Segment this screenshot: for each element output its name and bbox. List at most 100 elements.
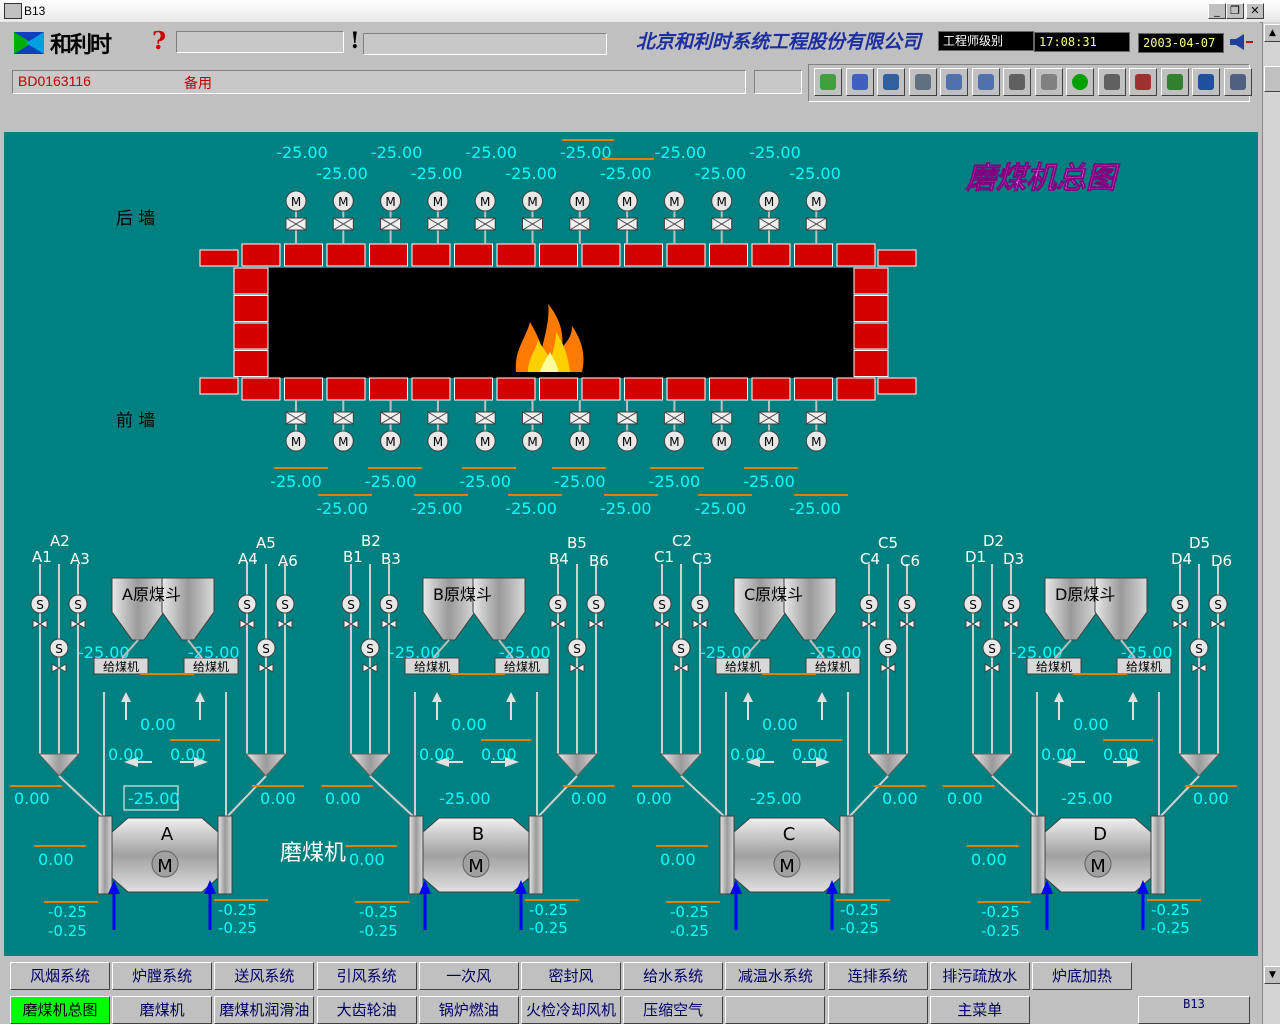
user-level[interactable]: 工程师级别 [938, 31, 1034, 51]
globe-check-icon[interactable] [814, 68, 842, 96]
nav-button[interactable]: 炉膛系统 [112, 962, 213, 990]
scroll-down-icon[interactable]: ▼ [1264, 966, 1280, 984]
burner-damper-top-icon[interactable] [474, 217, 496, 231]
burner-damper-top-icon[interactable] [758, 217, 780, 231]
burner-damper-top-icon[interactable] [616, 217, 638, 231]
burner-motor-bottom[interactable]: M [285, 430, 307, 452]
burner-motor-top[interactable]: M [663, 190, 685, 212]
nav-button-empty[interactable] [827, 996, 928, 1024]
nav-button[interactable]: 火检冷却风机 [521, 996, 621, 1024]
nav-button[interactable]: 磨煤机 [112, 996, 213, 1024]
burner-damper-top-icon[interactable] [522, 217, 543, 231]
burner-damper-bottom-icon[interactable] [474, 411, 496, 425]
burner-motor-bottom[interactable]: M [474, 430, 496, 452]
mill-body-B[interactable]: BM [422, 817, 530, 893]
nav-button-empty[interactable] [725, 996, 826, 1024]
nav-button[interactable]: 引风系统 [316, 962, 417, 990]
burner-damper-bottom-icon[interactable] [805, 411, 827, 425]
nav-button[interactable]: 主菜单 [929, 996, 1030, 1024]
burner-motor-bottom[interactable]: M [522, 430, 543, 452]
nav-button[interactable]: 给水系统 [623, 962, 724, 990]
burner-motor-top[interactable]: M [711, 190, 733, 212]
burner-damper-bottom-icon[interactable] [711, 411, 733, 425]
burner-motor-top[interactable]: M [380, 190, 402, 212]
burner-damper-bottom-icon[interactable] [569, 411, 591, 425]
mill-body-A[interactable]: AM [111, 817, 219, 893]
alarm-list-icon[interactable] [1097, 68, 1126, 96]
nav-button[interactable]: 磨煤机润滑油 [214, 996, 315, 1024]
nav-button[interactable]: 送风系统 [214, 962, 315, 990]
burner-motor-top[interactable]: M [569, 190, 591, 212]
alert-icon[interactable]: ! [350, 28, 360, 54]
burner-damper-bottom-icon[interactable] [332, 411, 354, 425]
scroll-up-icon[interactable]: ▲ [1264, 24, 1280, 42]
nav-button[interactable]: 风烟系统 [10, 962, 110, 990]
status-id: BD0163116 [18, 73, 91, 89]
burner-motor-top[interactable]: M [332, 190, 354, 212]
burner-motor-bottom[interactable]: M [711, 430, 733, 452]
burner-motor-top[interactable]: M [758, 190, 780, 212]
burner-damper-top-icon[interactable] [805, 217, 827, 231]
burner-damper-top-icon[interactable] [569, 217, 591, 231]
nav-button[interactable]: 压缩空气 [623, 996, 724, 1024]
burner-damper-bottom-icon[interactable] [663, 411, 685, 425]
alarm-ack-icon[interactable] [1160, 68, 1189, 96]
burner-damper-top-icon[interactable] [332, 217, 354, 231]
burner-damper-top-icon[interactable] [427, 217, 449, 231]
burner-damper-bottom-icon[interactable] [427, 411, 449, 425]
furnace-brick [233, 322, 269, 350]
help-icon[interactable]: ? [152, 26, 166, 55]
burner-motor-top[interactable]: M [616, 190, 638, 212]
copy-icon[interactable] [1003, 68, 1031, 96]
nav-button[interactable]: 炉底加热 [1032, 962, 1132, 990]
alarm-clear-icon[interactable] [1129, 68, 1157, 96]
nav-button[interactable]: 一次风 [418, 962, 519, 990]
burner-motor-bottom[interactable]: M [380, 430, 402, 452]
burner-damper-bottom-icon[interactable] [758, 411, 780, 425]
burner-motor-bottom[interactable]: M [758, 430, 780, 452]
nav-button[interactable]: 排污疏放水 [929, 962, 1030, 990]
vertical-scrollbar[interactable]: ▲ ▼ [1262, 22, 1280, 1024]
burner-motor-top[interactable]: M [522, 190, 543, 212]
minimize-button[interactable]: _ [1208, 3, 1226, 19]
report-icon[interactable] [1223, 68, 1252, 96]
burner-damper-top-icon[interactable] [711, 217, 733, 231]
close-button[interactable]: ✕ [1246, 3, 1264, 19]
nav-button[interactable]: 减温水系统 [725, 962, 826, 990]
nav-button[interactable]: 锅炉燃油 [418, 996, 519, 1024]
burner-motor-bottom[interactable]: M [332, 430, 354, 452]
burner-damper-bottom-icon[interactable] [616, 411, 638, 425]
burner-motor-bottom[interactable]: M [569, 430, 591, 452]
nav-button[interactable]: 密封风 [521, 962, 621, 990]
burner-damper-top-icon[interactable] [380, 217, 402, 231]
page-prev-icon[interactable] [940, 68, 968, 96]
bus-icon[interactable] [877, 68, 905, 96]
burner-motor-bottom[interactable]: M [663, 430, 685, 452]
mill-body-D[interactable]: DM [1044, 817, 1152, 893]
nav-button[interactable]: 磨煤机总图 [10, 996, 110, 1024]
nav-button[interactable]: 连排系统 [827, 962, 928, 990]
burner-damper-top-icon[interactable] [663, 217, 685, 231]
nav-button[interactable]: 大齿轮油 [316, 996, 417, 1024]
speaker-icon[interactable] [1228, 33, 1254, 51]
page-next-icon[interactable] [971, 68, 1000, 96]
burner-motor-bottom[interactable]: M [427, 430, 449, 452]
home-icon[interactable] [845, 68, 874, 96]
burner-damper-bottom-icon[interactable] [522, 411, 543, 425]
burner-damper-bottom-icon[interactable] [380, 411, 402, 425]
scroll-thumb[interactable] [1264, 66, 1280, 92]
burner-motor-top[interactable]: M [805, 190, 827, 212]
burner-motor-top[interactable]: M [285, 190, 307, 212]
burner-motor-bottom[interactable]: M [805, 430, 827, 452]
burner-motor-bottom[interactable]: M [616, 430, 638, 452]
mill-body-C[interactable]: CM [733, 817, 841, 893]
restore-button[interactable]: ❐ [1226, 3, 1244, 19]
trend-icon[interactable] [1192, 68, 1220, 96]
burner-motor-top[interactable]: M [474, 190, 496, 212]
back-icon[interactable] [908, 68, 937, 96]
burner-motor-top[interactable]: M [427, 190, 449, 212]
burner-damper-top-icon[interactable] [285, 217, 307, 231]
green-dot-icon[interactable] [1066, 68, 1094, 96]
clock-icon[interactable] [1034, 68, 1063, 96]
burner-damper-bottom-icon[interactable] [285, 411, 307, 425]
